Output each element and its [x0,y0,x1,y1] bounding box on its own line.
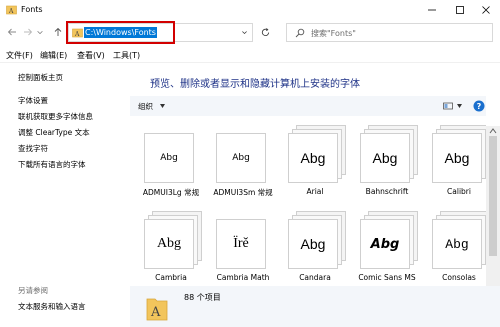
font-name-label: Consolas [442,273,476,282]
font-preview-icon: Abg [432,125,486,183]
font-sample-text: Abg [370,236,400,252]
font-name-label: ADMUI3Sm 常规 [213,188,273,197]
see-also-header: 另请参阅 [18,286,48,295]
font-tile[interactable]: Abg Calibri [424,123,486,209]
minimize-button[interactable] [418,0,446,20]
scroll-up-icon[interactable] [489,128,497,134]
font-tile[interactable]: Abg Candara [280,209,350,291]
organize-button[interactable]: 组织 [138,101,153,112]
font-preview-icon: Abg [288,125,346,183]
vertical-scrollbar[interactable] [486,126,500,286]
svg-text:A: A [150,305,161,320]
font-grid: Abg ADMUI3Lg 常规 Abg ADMUI3Sm 常规 Abg Arial Abg B… [130,123,486,291]
fonts-folder-icon: A [146,298,168,321]
font-tile[interactable]: Abg ADMUI3Sm 常规 [208,123,278,209]
scrollbar-thumb[interactable] [489,136,497,256]
item-count: 88 个项目 [184,293,221,302]
font-preview-icon: Abg [432,211,486,269]
menu-tools[interactable]: 工具(T) [113,50,140,61]
refresh-icon[interactable] [260,27,271,38]
font-tile[interactable]: Ïrě Cambria Math [208,209,278,291]
minimize-icon [428,9,436,11]
chevron-down-icon[interactable] [241,29,248,36]
font-name-label: Cambria Math [216,273,270,282]
arrow-up-icon [54,27,62,36]
title-bar: A Fonts [0,0,500,20]
sidebar-link-get-font-info-online[interactable]: 联机获取更多字体信息 [18,111,93,122]
font-sample-text: Abg [300,236,326,252]
font-preview-icon: Abg [216,125,274,183]
page-heading: 预览、删除或者显示和隐藏计算机上安装的字体 [150,79,360,90]
search-box[interactable]: 搜索"Fonts" [286,23,493,42]
font-sample-text: Abg [300,150,326,166]
font-tile[interactable]: Abg Arial [280,123,350,209]
sidebar-link-adjust-cleartype[interactable]: 调整 ClearType 文本 [18,127,90,138]
address-highlight-frame [66,21,175,44]
font-tile[interactable]: Abg Comic Sans MS [352,209,422,291]
font-sample-text: Abg [444,150,470,166]
font-name-label: ADMUI3Lg 常规 [142,188,200,197]
search-input[interactable]: 搜索"Fonts" [311,28,356,39]
maximize-button[interactable] [446,0,474,20]
close-icon [482,6,490,14]
font-sample-text: Abg [160,153,178,163]
window-title: Fonts [21,5,43,14]
font-sample-text: Ïrě [233,236,249,251]
font-tile[interactable]: Abg Consolas [424,209,486,291]
sidebar-link-font-settings[interactable]: 字体设置 [18,95,48,106]
sidebar: 控制面板主页 字体设置 联机获取更多字体信息 调整 ClearType 文本 查… [0,63,130,327]
sidebar-link-download-language-fonts[interactable]: 下载所有语言的字体 [18,159,86,170]
font-name-label: Arial [306,187,324,196]
font-name-label: Comic Sans MS [358,273,416,282]
recent-locations-button[interactable] [36,26,44,38]
caret-down-icon[interactable] [457,104,462,108]
details-pane: A 88 个项目 [130,286,500,327]
font-preview-icon: Abg [360,211,418,269]
close-button[interactable] [472,0,500,20]
font-preview-icon: Abg [360,125,418,183]
svg-text:A: A [8,8,14,15]
font-preview-icon: Abg [288,211,346,269]
fonts-folder-icon: A [6,5,17,15]
up-button[interactable] [52,26,64,38]
font-sample-text: Abg [445,236,469,252]
help-icon[interactable]: ? [473,100,485,112]
font-name-label: Candara [299,273,331,282]
menu-edit[interactable]: 编辑(E) [40,50,67,61]
font-preview-icon: Abg [144,211,202,269]
menu-file[interactable]: 文件(F) [6,50,33,61]
font-name-label: Cambria [155,273,187,282]
caret-down-icon[interactable] [160,104,165,108]
chevron-down-icon [37,30,43,35]
font-preview-icon: Abg [144,125,202,183]
font-tile[interactable]: Abg Cambria [136,209,206,291]
forward-button[interactable] [22,26,34,38]
menu-bar: 文件(F) 编辑(E) 查看(V) 工具(T) [0,46,500,62]
sidebar-link-control-panel-home[interactable]: 控制面板主页 [18,72,63,83]
menu-view[interactable]: 查看(V) [77,50,105,61]
sidebar-link-text-services[interactable]: 文本服务和输入语言 [18,301,86,312]
back-button[interactable] [6,26,18,38]
font-name-label: Bahnschrift [365,187,409,196]
arrow-right-icon [24,28,33,36]
svg-text:?: ? [477,102,482,111]
font-name-label: Calibri [447,187,471,196]
search-icon [295,28,305,38]
maximize-icon [456,6,464,14]
font-tile[interactable]: Abg ADMUI3Lg 常规 [136,123,206,209]
command-bar: 组织 ? [130,96,486,116]
font-sample-text: Abg [232,153,250,163]
font-preview-icon: Ïrě [216,211,274,269]
font-sample-text: Abg [156,236,182,251]
font-tile[interactable]: Abg Bahnschrift [352,123,422,209]
sidebar-link-find-character[interactable]: 查找字符 [18,143,48,154]
arrow-left-icon [7,28,16,36]
view-options-icon[interactable] [443,101,453,111]
font-sample-text: Abg [372,150,398,166]
